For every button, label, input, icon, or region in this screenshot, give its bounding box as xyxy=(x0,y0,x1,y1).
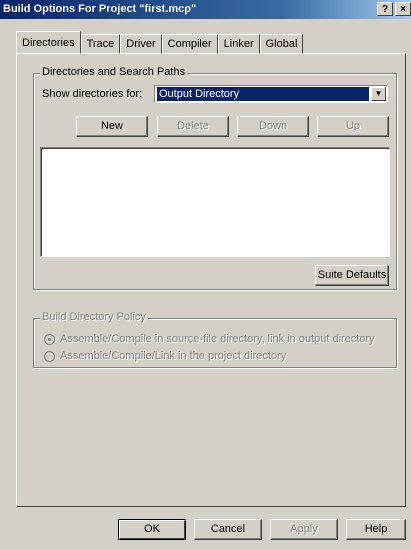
window-title: Build Options For Project "first.mcp" xyxy=(3,3,197,15)
title-bar[interactable]: Build Options For Project "first.mcp" ? … xyxy=(0,0,411,19)
tab-directories[interactable]: Directories xyxy=(16,31,81,53)
ok-button[interactable]: OK xyxy=(118,519,186,540)
close-icon[interactable]: × xyxy=(395,2,411,16)
tab-panel xyxy=(16,53,406,507)
tab-driver[interactable]: Driver xyxy=(120,34,162,53)
tab-global[interactable]: Global xyxy=(259,34,304,53)
apply-button[interactable]: Apply xyxy=(270,519,338,540)
tab-compiler[interactable]: Compiler xyxy=(161,34,218,53)
tab-strip: Directories Trace Driver Compiler Linker… xyxy=(16,31,304,53)
tab-linker[interactable]: Linker xyxy=(217,34,260,53)
help-button[interactable]: Help xyxy=(346,519,406,540)
cancel-button[interactable]: Cancel xyxy=(194,519,262,540)
help-icon[interactable]: ? xyxy=(377,2,393,16)
tab-trace[interactable]: Trace xyxy=(80,34,121,53)
